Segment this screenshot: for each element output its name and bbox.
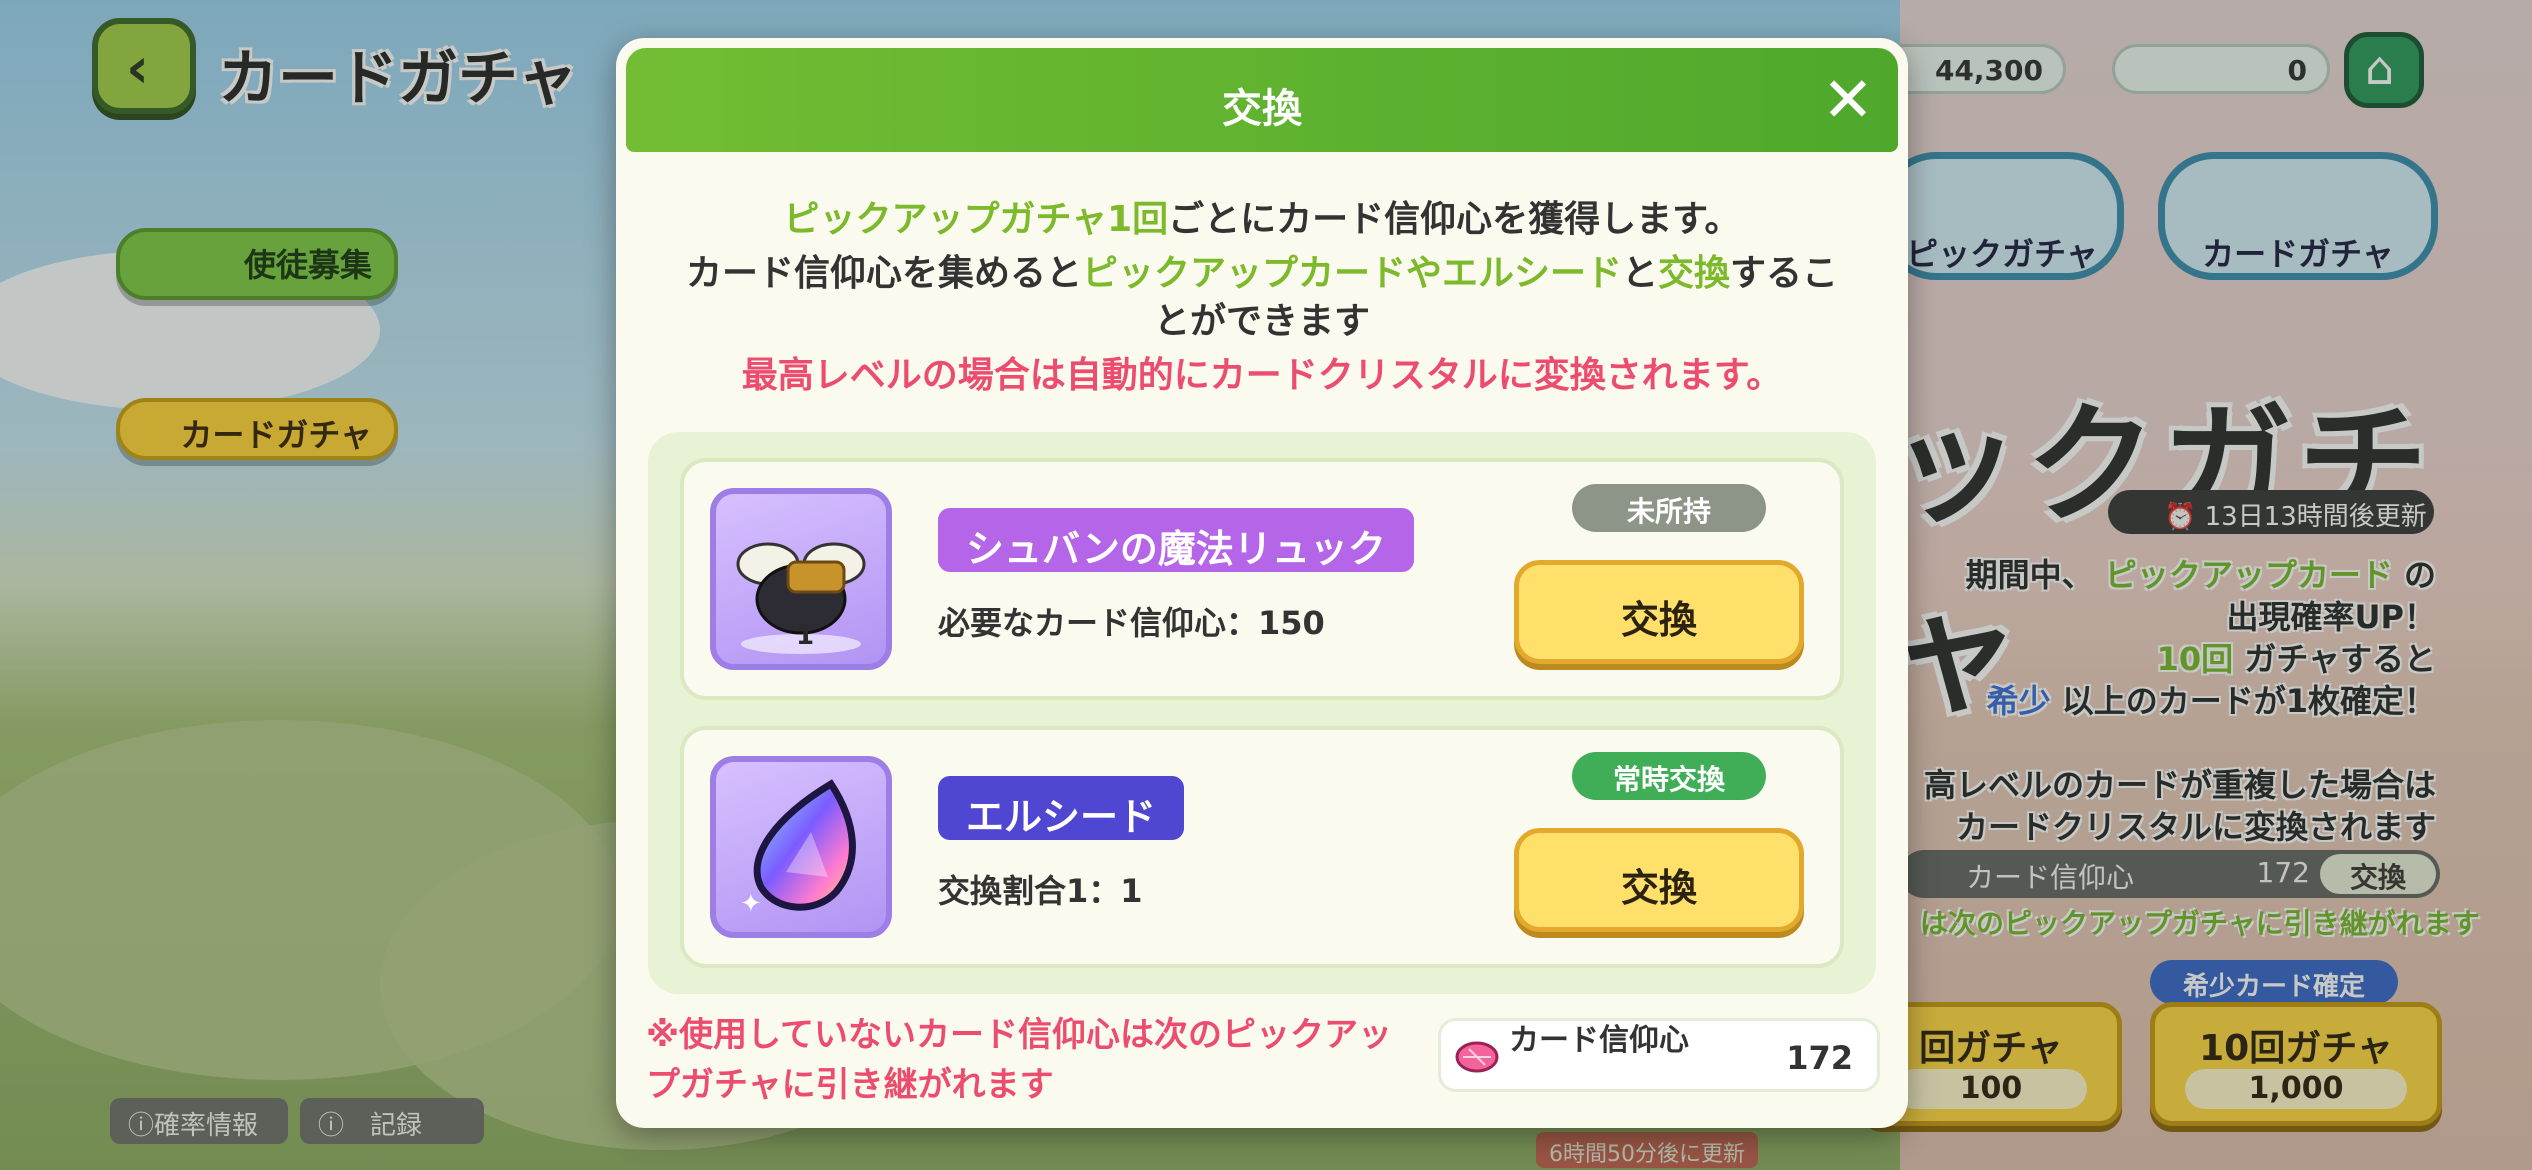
description-line: とができます [1153, 301, 1370, 342]
exchange-item: 1 シュバンの魔法リュック 必要なカード信仰心：150 未所持 交換 [680, 458, 1844, 700]
faith-value: 172 [1786, 1039, 1853, 1077]
sparkle-icon: ✦ [740, 889, 762, 919]
magic-backpack-icon: 1 [710, 488, 892, 670]
exchange-list: 1 シュバンの魔法リュック 必要なカード信仰心：150 未所持 交換 ✦ エルシ… [648, 432, 1876, 994]
el-seed-crystal-icon: ✦ [710, 756, 892, 938]
item-requirement: 交換割合1：1 [938, 872, 1143, 910]
warning-line: 最高レベルの場合は自動的にカードクリスタルに変換されます。 [741, 355, 1783, 396]
carry-over-note: ※使用していないカード信仰心は次のピックアップガチャに引き継がれます [646, 1015, 1393, 1105]
modal-title: 交換 [1222, 86, 1302, 132]
description-line: ピックアップガチャ1回ごとにカード信仰心を獲得します。 [783, 199, 1741, 240]
close-icon: ✕ [1822, 63, 1874, 136]
exchange-item: ✦ エルシード 交換割合1：1 常時交換 交換 [680, 726, 1844, 968]
modal-header: 交換 ✕ [626, 48, 1898, 152]
item-name-badge: エルシード [938, 776, 1185, 840]
faith-gem-icon [1455, 1041, 1499, 1073]
exchange-button[interactable]: 交換 [1514, 828, 1804, 932]
close-button[interactable]: ✕ [1816, 69, 1880, 134]
description-line: カード信仰心を集めるとピックアップカードやエルシードと交換するこ [685, 253, 1839, 294]
faith-label: カード信仰心 [1509, 1023, 1689, 1058]
item-count: 1 [796, 621, 814, 651]
item-requirement: 必要なカード信仰心：150 [938, 604, 1325, 642]
status-badge: 常時交換 [1572, 752, 1766, 800]
exchange-button[interactable]: 交換 [1514, 560, 1804, 664]
item-name-badge: シュバンの魔法リュック [938, 508, 1414, 572]
exchange-modal: 交換 ✕ ピックアップガチャ1回ごとにカード信仰心を獲得します。 カード信仰心を… [616, 38, 1908, 1128]
faith-balance: カード信仰心 172 [1438, 1018, 1880, 1092]
status-badge: 未所持 [1572, 484, 1766, 532]
